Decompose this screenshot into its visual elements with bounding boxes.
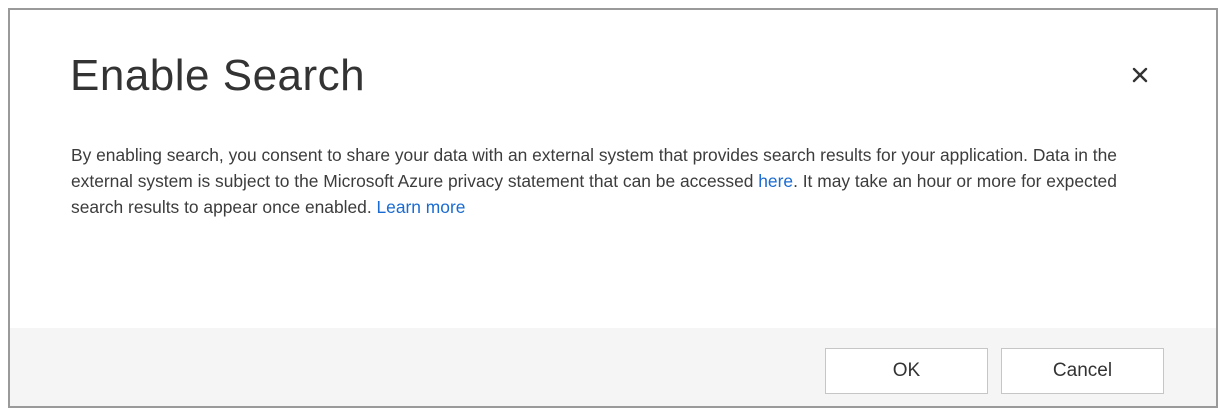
learn-more-link[interactable]: Learn more bbox=[377, 197, 466, 217]
dialog-footer: OK Cancel bbox=[10, 328, 1216, 406]
close-icon bbox=[1132, 67, 1148, 83]
enable-search-dialog: Enable Search By enabling search, you co… bbox=[8, 8, 1218, 408]
close-button[interactable] bbox=[1120, 55, 1160, 95]
dialog-title: Enable Search bbox=[70, 51, 366, 100]
privacy-here-link[interactable]: here bbox=[758, 171, 793, 191]
cancel-button[interactable]: Cancel bbox=[1001, 348, 1164, 394]
dialog-message: By enabling search, you consent to share… bbox=[71, 142, 1151, 220]
ok-button[interactable]: OK bbox=[825, 348, 988, 394]
